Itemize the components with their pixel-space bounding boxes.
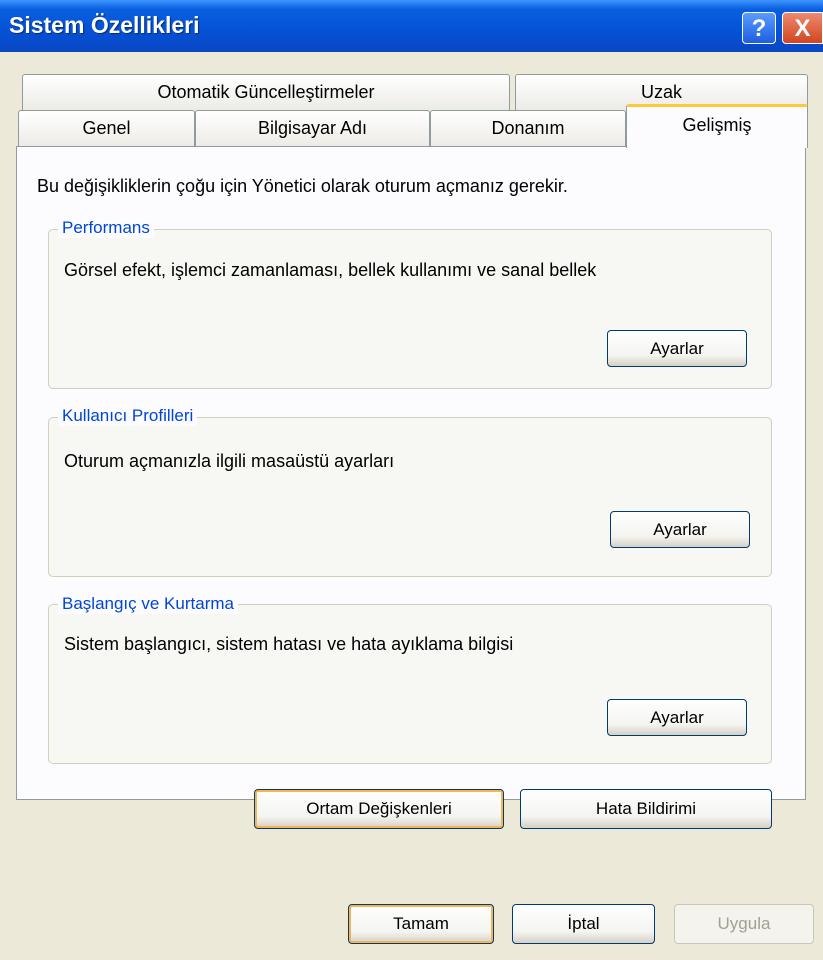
environment-variables-button[interactable]: Ortam Değişkenleri: [254, 789, 504, 829]
user-profiles-group-title: Kullanıcı Profilleri: [58, 406, 198, 426]
performance-group-title: Performans: [58, 218, 154, 238]
performance-settings-button[interactable]: Ayarlar: [607, 330, 747, 367]
tab-label: Otomatik Güncelleştirmeler: [157, 82, 375, 102]
tab-donanim[interactable]: Donanım: [430, 110, 626, 147]
cancel-button[interactable]: İptal: [512, 904, 655, 944]
startup-recovery-description: Sistem başlangıcı, sistem hatası ve hata…: [64, 634, 514, 654]
ok-button[interactable]: Tamam: [348, 904, 494, 944]
tab-otomatik-guncellestirmeler[interactable]: Otomatik Güncelleştirmeler: [22, 74, 510, 110]
tab-label: Gelişmiş: [682, 115, 752, 135]
user-profiles-settings-button[interactable]: Ayarlar: [610, 511, 750, 548]
apply-button[interactable]: Uygula: [674, 904, 814, 944]
tab-label: Genel: [82, 118, 131, 138]
help-button[interactable]: ?: [742, 12, 776, 44]
startup-recovery-group-title: Başlangıç ve Kurtarma: [58, 594, 238, 614]
tab-gelismis[interactable]: Gelişmiş: [626, 104, 808, 148]
user-profiles-group: [48, 417, 772, 577]
error-reporting-button[interactable]: Hata Bildirimi: [520, 789, 772, 829]
tab-genel[interactable]: Genel: [18, 110, 195, 147]
tab-label: Donanım: [491, 118, 565, 138]
close-button[interactable]: X: [782, 12, 823, 44]
tab-label: Bilgisayar Adı: [257, 118, 368, 138]
startup-recovery-group: [48, 604, 772, 764]
admin-note: Bu değişikliklerin çoğu için Yönetici ol…: [37, 176, 568, 196]
title-bar[interactable]: Sistem Özellikleri ? X: [0, 0, 823, 52]
tab-bilgisayar-adi[interactable]: Bilgisayar Adı: [195, 110, 430, 147]
window-title: Sistem Özellikleri: [9, 12, 200, 38]
user-profiles-description: Oturum açmanızla ilgili masaüstü ayarlar…: [64, 451, 395, 471]
startup-recovery-settings-button[interactable]: Ayarlar: [607, 699, 747, 736]
tab-label: Uzak: [640, 82, 682, 102]
performance-description: Görsel efekt, işlemci zamanlaması, belle…: [64, 260, 597, 280]
